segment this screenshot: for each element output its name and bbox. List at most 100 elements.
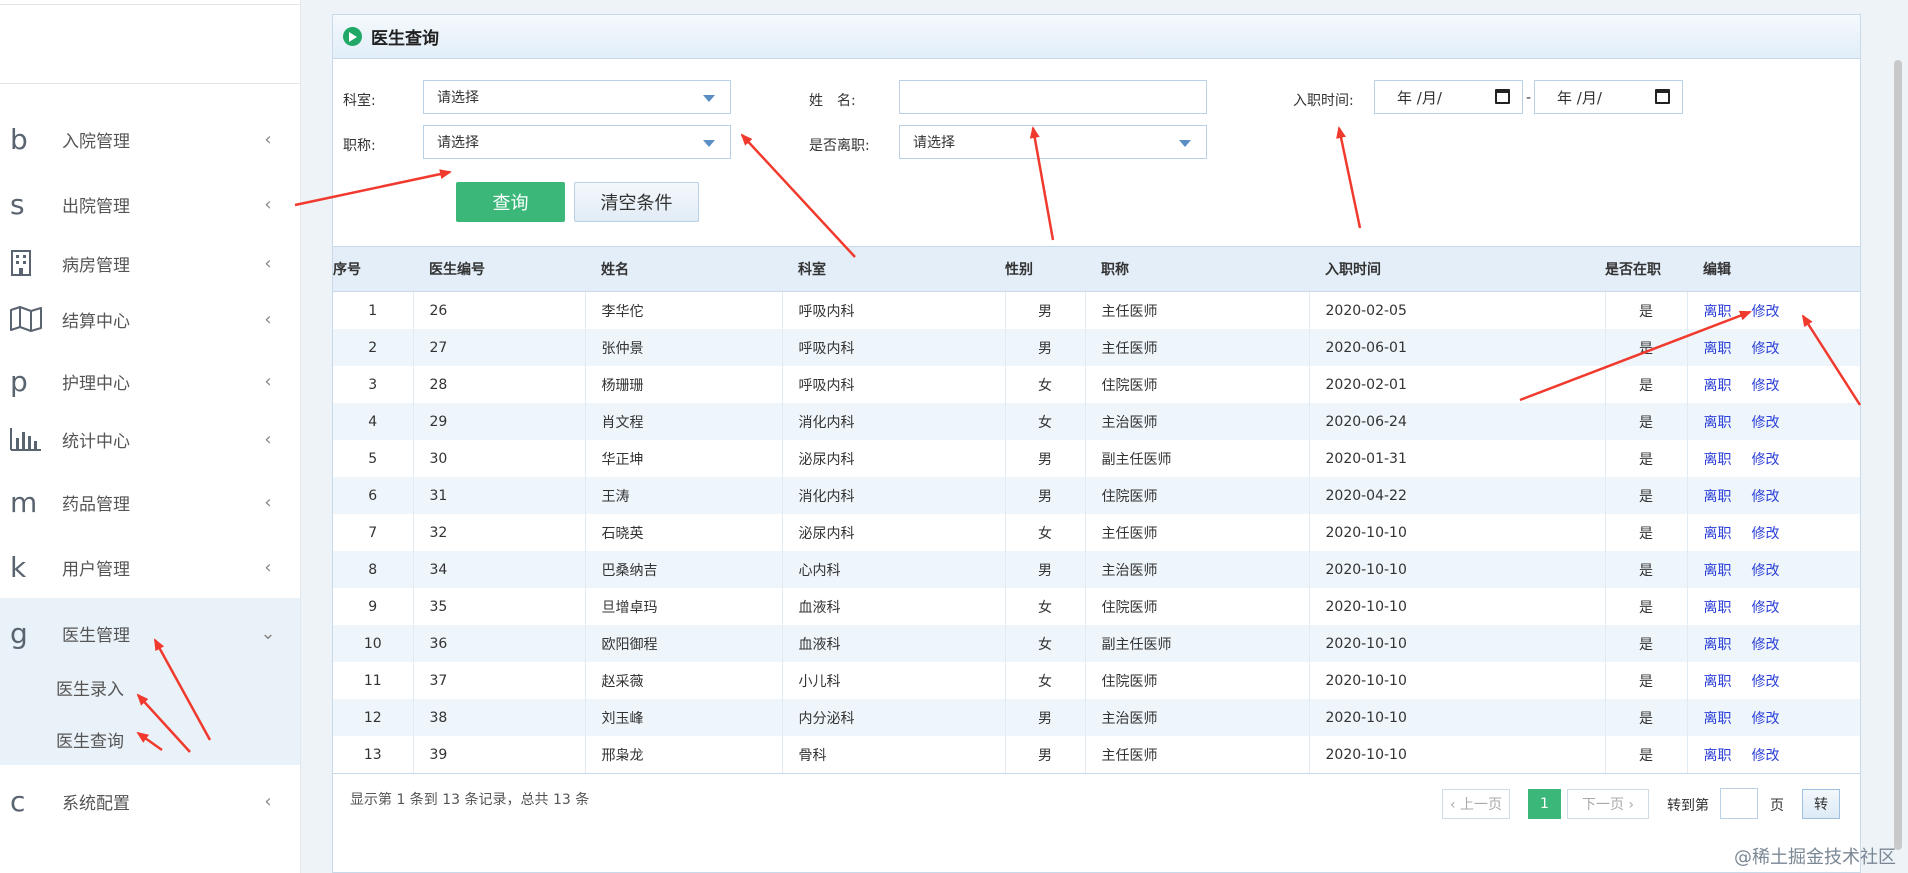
table-row: 13 39 邢枭龙 骨科男主任医师 2020-10-10 是离职 修改 xyxy=(333,736,1860,774)
table-cell-actions: 离职 修改 xyxy=(1687,699,1860,736)
query-button[interactable]: 查询 xyxy=(456,182,565,222)
goto-label: 转到第 xyxy=(1667,798,1709,814)
submenu-doctor-entry[interactable]: 医生录入 xyxy=(56,675,124,700)
edit-link[interactable]: 修改 xyxy=(1752,304,1780,320)
table-cell: 是 xyxy=(1605,440,1688,477)
edit-link[interactable]: 修改 xyxy=(1752,341,1780,357)
page-1-button[interactable]: 1 xyxy=(1528,789,1561,819)
col-header: 是否在职 xyxy=(1605,246,1687,292)
name-label: 姓 名: xyxy=(809,93,856,109)
goto-button[interactable]: 转 xyxy=(1802,789,1840,819)
table-cell: 男 xyxy=(1005,736,1086,774)
next-page-button[interactable]: 下一页 › xyxy=(1567,789,1649,819)
resign-link[interactable]: 离职 xyxy=(1704,711,1732,727)
edit-link[interactable]: 修改 xyxy=(1752,452,1780,468)
resign-link[interactable]: 离职 xyxy=(1704,563,1732,579)
table-cell: 5 xyxy=(333,440,414,477)
edit-link[interactable]: 修改 xyxy=(1752,526,1780,542)
sidebar-item-ward[interactable]: 病房管理 ‹ xyxy=(0,234,300,292)
clear-conditions-button[interactable]: 清空条件 xyxy=(574,182,699,222)
table-cell: 29 xyxy=(413,403,586,440)
sidebar-item-statistics[interactable]: 统计中心 ‹ xyxy=(0,410,300,468)
table-cell: 34 xyxy=(413,551,586,588)
prev-page-button[interactable]: ‹ 上一页 xyxy=(1442,789,1510,819)
resign-link[interactable]: 离职 xyxy=(1704,526,1732,542)
resign-link[interactable]: 离职 xyxy=(1704,341,1732,357)
resign-link[interactable]: 离职 xyxy=(1704,600,1732,616)
resign-link[interactable]: 离职 xyxy=(1704,378,1732,394)
vertical-scrollbar[interactable] xyxy=(1894,60,1902,850)
table-cell: 35 xyxy=(413,588,586,625)
table-cell-actions: 离职 修改 xyxy=(1687,291,1860,329)
sidebar-item-settings[interactable]: c 系统配置 ‹ xyxy=(0,772,300,830)
resign-link[interactable]: 离职 xyxy=(1704,489,1732,505)
edit-link[interactable]: 修改 xyxy=(1752,378,1780,394)
hire-date-to[interactable]: 年 /月/ xyxy=(1534,80,1683,114)
col-header: 性别 xyxy=(1005,246,1085,292)
table-cell: 2 xyxy=(333,329,414,366)
chevron-left-icon: ‹ xyxy=(264,556,272,578)
table-cell: 欧阳御程 xyxy=(585,625,783,662)
table-row: 11 37 赵采薇 小儿科女住院医师 2020-10-10 是离职 修改 xyxy=(333,662,1860,699)
chevron-left-icon: ‹ xyxy=(264,193,272,215)
table-cell: 是 xyxy=(1605,291,1688,329)
sidebar-item-users[interactable]: k 用户管理 ‹ xyxy=(0,538,300,596)
dept-select[interactable]: 请选择 xyxy=(423,80,731,114)
table-cell: 副主任医师 xyxy=(1085,440,1310,477)
sidebar-item-discharge[interactable]: s 出院管理 ‹ xyxy=(0,175,300,233)
edit-link[interactable]: 修改 xyxy=(1752,637,1780,653)
table-cell: 泌尿内科 xyxy=(782,514,1006,551)
calendar-icon[interactable] xyxy=(1495,89,1510,104)
table-cell: 2020-02-01 xyxy=(1309,366,1606,403)
dept-label: 科室: xyxy=(343,93,376,109)
resign-link[interactable]: 离职 xyxy=(1704,637,1732,653)
table-row: 7 32 石晓英 泌尿内科女主任医师 2020-10-10 是离职 修改 xyxy=(333,514,1860,551)
table-cell: 小儿科 xyxy=(782,662,1006,699)
resign-link[interactable]: 离职 xyxy=(1704,748,1732,764)
table-cell: 38 xyxy=(413,699,586,736)
hire-date-from[interactable]: 年 /月/ xyxy=(1374,80,1523,114)
settings-icon: c xyxy=(10,784,26,818)
resigned-select[interactable]: 请选择 xyxy=(899,125,1207,159)
table-cell: 石晓英 xyxy=(585,514,783,551)
table-cell: 2020-10-10 xyxy=(1309,662,1606,699)
table-cell: 女 xyxy=(1005,625,1086,662)
resign-link[interactable]: 离职 xyxy=(1704,304,1732,320)
edit-link[interactable]: 修改 xyxy=(1752,748,1780,764)
users-icon: k xyxy=(10,550,27,584)
title-select[interactable]: 请选择 xyxy=(423,125,731,159)
submenu-doctor-query[interactable]: 医生查询 xyxy=(56,727,124,752)
edit-link[interactable]: 修改 xyxy=(1752,674,1780,690)
table-cell-actions: 离职 修改 xyxy=(1687,440,1860,477)
chevron-left-icon: ‹ xyxy=(264,252,272,274)
goto-page-input[interactable] xyxy=(1720,788,1758,819)
sidebar-item-billing[interactable]: 结算中心 ‹ xyxy=(0,290,300,348)
edit-link[interactable]: 修改 xyxy=(1752,489,1780,505)
sidebar: b 入院管理 ‹ s 出院管理 ‹ 病房管理 ‹ 结算中心 ‹ p 护理中心 ‹… xyxy=(0,0,301,873)
table-cell: 28 xyxy=(413,366,586,403)
calendar-icon[interactable] xyxy=(1655,89,1670,104)
table-cell: 是 xyxy=(1605,588,1688,625)
resign-link[interactable]: 离职 xyxy=(1704,452,1732,468)
sidebar-item-doctors[interactable]: g 医生管理 ⌄ xyxy=(0,604,300,662)
table-cell: 是 xyxy=(1605,625,1688,662)
table-row: 1 26 李华佗 呼吸内科男主任医师 2020-02-05 是离职 修改 xyxy=(333,291,1860,329)
resign-link[interactable]: 离职 xyxy=(1704,415,1732,431)
table-cell: 9 xyxy=(333,588,414,625)
sidebar-item-label: 药品管理 xyxy=(62,494,130,515)
chevron-down-icon xyxy=(703,140,715,147)
table-cell: 女 xyxy=(1005,366,1086,403)
edit-link[interactable]: 修改 xyxy=(1752,415,1780,431)
edit-link[interactable]: 修改 xyxy=(1752,600,1780,616)
date-to-value: 年 /月/ xyxy=(1557,88,1602,107)
edit-link[interactable]: 修改 xyxy=(1752,711,1780,727)
name-input[interactable] xyxy=(899,80,1207,114)
table-cell: 血液科 xyxy=(782,588,1006,625)
sidebar-item-admission[interactable]: b 入院管理 ‹ xyxy=(0,110,300,168)
sidebar-item-nursing[interactable]: p 护理中心 ‹ xyxy=(0,352,300,410)
table-header-row: 序号 医生编号 姓名 科室 性别 职称 入职时间 是否在职 编辑 xyxy=(333,246,1860,292)
table-cell-actions: 离职 修改 xyxy=(1687,588,1860,625)
edit-link[interactable]: 修改 xyxy=(1752,563,1780,579)
sidebar-item-pharmacy[interactable]: m 药品管理 ‹ xyxy=(0,473,300,531)
resign-link[interactable]: 离职 xyxy=(1704,674,1732,690)
